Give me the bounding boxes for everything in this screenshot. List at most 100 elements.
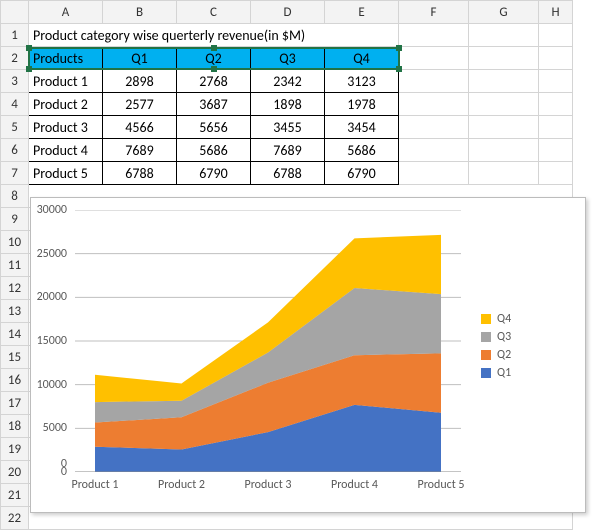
cell[interactable]: 4566 <box>103 116 177 139</box>
row-header[interactable]: 5 <box>1 116 29 139</box>
row-header[interactable]: 3 <box>1 70 29 93</box>
row-header[interactable]: 1 <box>1 24 29 47</box>
row-header[interactable]: 7 <box>1 162 29 185</box>
cell[interactable] <box>469 139 539 162</box>
row-header[interactable]: 9 <box>1 208 29 231</box>
cell[interactable]: 2577 <box>103 93 177 116</box>
col-header[interactable]: H <box>539 1 573 24</box>
legend-label: Q2 <box>497 348 511 362</box>
cell[interactable]: 7689 <box>251 139 325 162</box>
cell[interactable] <box>469 47 539 70</box>
col-header[interactable]: A <box>29 1 103 24</box>
cell[interactable]: 3454 <box>325 116 399 139</box>
cell[interactable]: 6788 <box>251 162 325 185</box>
col-header[interactable]: B <box>103 1 177 24</box>
header-products[interactable]: Products <box>29 47 103 70</box>
cell-product-name[interactable]: Product 3 <box>29 116 103 139</box>
cell[interactable]: 3123 <box>325 70 399 93</box>
col-header[interactable]: D <box>251 1 325 24</box>
x-tick-label: Product 1 <box>71 478 118 492</box>
legend-item-q3: Q3 <box>481 330 571 344</box>
cell[interactable] <box>399 116 469 139</box>
row-header[interactable]: 2 <box>1 47 29 70</box>
cell[interactable] <box>399 47 469 70</box>
col-header[interactable]: F <box>399 1 469 24</box>
row-header[interactable]: 13 <box>1 300 29 323</box>
row-header[interactable]: 21 <box>1 484 29 507</box>
cell[interactable] <box>469 162 539 185</box>
col-header[interactable]: G <box>469 1 539 24</box>
y-tick-label: 0 <box>61 465 67 479</box>
cell[interactable]: 1978 <box>325 93 399 116</box>
cell[interactable] <box>539 70 573 93</box>
cell[interactable] <box>469 116 539 139</box>
cell[interactable] <box>469 93 539 116</box>
cell[interactable]: 3455 <box>251 116 325 139</box>
row-header[interactable]: 14 <box>1 323 29 346</box>
row-header[interactable]: 17 <box>1 392 29 415</box>
row-header[interactable]: 8 <box>1 185 29 208</box>
legend-swatch-icon <box>481 368 491 378</box>
row-header[interactable]: 22 <box>1 507 29 530</box>
cell-product-name[interactable]: Product 4 <box>29 139 103 162</box>
select-all-corner[interactable] <box>1 1 29 24</box>
x-tick-label: Product 4 <box>331 478 378 492</box>
y-tick-label: 10000 <box>37 378 67 392</box>
cell[interactable] <box>399 70 469 93</box>
y-tick-label: 30000 <box>37 203 67 217</box>
cell[interactable]: 7689 <box>103 139 177 162</box>
row-header[interactable]: 11 <box>1 254 29 277</box>
header-q4[interactable]: Q4 <box>325 47 399 70</box>
cell[interactable] <box>539 116 573 139</box>
col-header[interactable]: C <box>177 1 251 24</box>
cell[interactable] <box>399 162 469 185</box>
cell[interactable]: 5686 <box>325 139 399 162</box>
row-header[interactable]: 18 <box>1 415 29 438</box>
cell[interactable] <box>539 139 573 162</box>
cell[interactable]: 6790 <box>325 162 399 185</box>
cell[interactable] <box>469 24 539 47</box>
header-q2[interactable]: Q2 <box>177 47 251 70</box>
plot-area <box>75 210 461 472</box>
cell-product-name[interactable]: Product 2 <box>29 93 103 116</box>
legend-label: Q3 <box>497 330 511 344</box>
cell[interactable] <box>469 70 539 93</box>
header-q3[interactable]: Q3 <box>251 47 325 70</box>
cell[interactable] <box>399 93 469 116</box>
cell-product-name[interactable]: Product 1 <box>29 70 103 93</box>
row-header[interactable]: 16 <box>1 369 29 392</box>
cell[interactable] <box>539 24 573 47</box>
cell[interactable]: 3687 <box>177 93 251 116</box>
cell[interactable] <box>399 139 469 162</box>
cell[interactable] <box>539 162 573 185</box>
cell[interactable]: 6790 <box>177 162 251 185</box>
col-header[interactable]: E <box>325 1 399 24</box>
x-tick-label: Product 5 <box>417 478 464 492</box>
header-q1[interactable]: Q1 <box>103 47 177 70</box>
cell[interactable]: 1898 <box>251 93 325 116</box>
legend-item-q4: Q4 <box>481 312 571 326</box>
row-header[interactable]: 12 <box>1 277 29 300</box>
cell[interactable]: 2898 <box>103 70 177 93</box>
legend-swatch-icon <box>481 314 491 324</box>
cell[interactable] <box>399 24 469 47</box>
x-tick-label: Product 3 <box>244 478 291 492</box>
cell[interactable]: 5686 <box>177 139 251 162</box>
cell[interactable]: 5656 <box>177 116 251 139</box>
title-cell[interactable]: Product category wise querterly revenue(… <box>29 24 399 47</box>
row-header[interactable]: 6 <box>1 139 29 162</box>
row-header[interactable]: 20 <box>1 461 29 484</box>
cell[interactable]: 6788 <box>103 162 177 185</box>
row-header[interactable]: 15 <box>1 346 29 369</box>
cell[interactable]: 2342 <box>251 70 325 93</box>
row-header[interactable]: 10 <box>1 231 29 254</box>
y-tick-label: 5000 <box>43 421 67 435</box>
x-tick-label: Product 2 <box>158 478 205 492</box>
cell[interactable]: 2768 <box>177 70 251 93</box>
row-header[interactable]: 19 <box>1 438 29 461</box>
cell[interactable] <box>539 47 573 70</box>
row-header[interactable]: 4 <box>1 93 29 116</box>
chart-object[interactable]: 0 050001000015000200002500030000 Product… <box>30 197 586 513</box>
cell[interactable] <box>539 93 573 116</box>
cell-product-name[interactable]: Product 5 <box>29 162 103 185</box>
